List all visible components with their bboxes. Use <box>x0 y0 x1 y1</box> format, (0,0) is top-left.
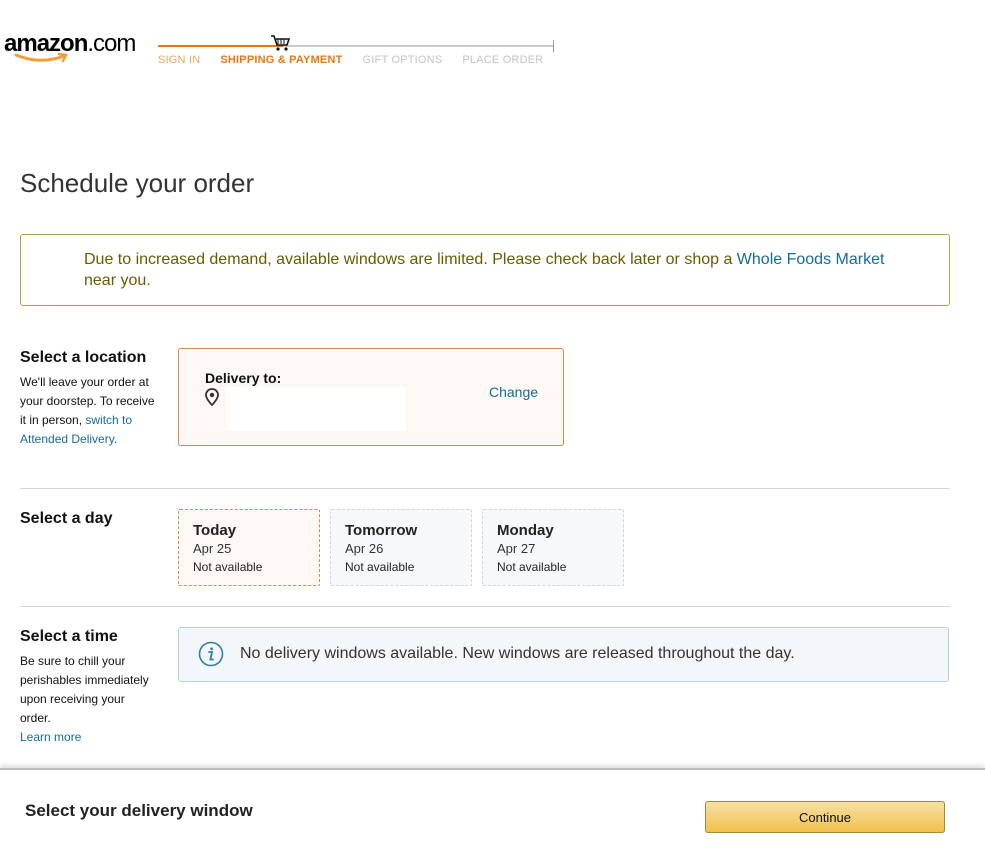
bottom-action-bar: Select your delivery window Continue <box>0 768 985 848</box>
step-gift-options: GIFT OPTIONS <box>362 54 443 66</box>
learn-more-link[interactable]: Learn more <box>20 730 81 744</box>
day-status: Not available <box>497 560 567 574</box>
alert-text: Due to increased demand, available windo… <box>84 251 737 268</box>
day-option-tomorrow[interactable]: Tomorrow Apr 26 Not available <box>330 509 472 586</box>
step-place-order: PLACE ORDER <box>462 54 544 66</box>
progress-end-marker <box>553 40 554 52</box>
availability-alert: Due to increased demand, available windo… <box>20 234 950 306</box>
alert-text-end: near you. <box>84 272 151 289</box>
location-pin-icon <box>205 388 219 406</box>
time-description: Be sure to chill your perishables immedi… <box>20 652 155 747</box>
day-option-monday[interactable]: Monday Apr 27 Not available <box>482 509 624 586</box>
whole-foods-link[interactable]: Whole Foods Market <box>737 251 885 268</box>
amazon-logo[interactable]: amazon.com <box>4 30 144 66</box>
section-divider <box>20 488 950 489</box>
section-divider <box>20 606 950 607</box>
time-desc-text: Be sure to chill your perishables immedi… <box>20 654 149 725</box>
day-date: Apr 26 <box>345 541 384 556</box>
step-sign-in[interactable]: SIGN IN <box>158 54 200 66</box>
day-name: Monday <box>497 522 554 539</box>
progress-fill <box>158 45 283 47</box>
no-windows-info-box: No delivery windows available. New windo… <box>178 627 949 682</box>
day-date: Apr 27 <box>497 541 536 556</box>
day-status: Not available <box>345 560 415 574</box>
info-icon <box>198 641 224 667</box>
day-name: Today <box>193 522 237 539</box>
continue-button[interactable]: Continue <box>705 801 945 833</box>
info-message: No delivery windows available. New windo… <box>240 645 795 662</box>
amazon-smile-icon <box>14 52 68 63</box>
delivery-window-prompt: Select your delivery window <box>25 801 253 820</box>
location-description: We'll leave your order at your doorstep.… <box>20 373 155 449</box>
delivery-to-label: Delivery to: <box>205 370 282 386</box>
day-date: Apr 25 <box>193 541 232 556</box>
cart-icon <box>271 35 291 51</box>
day-status: Not available <box>193 560 263 574</box>
page-title: Schedule your order <box>20 168 255 198</box>
day-name: Tomorrow <box>345 522 418 539</box>
address-redacted <box>227 387 406 431</box>
change-address-link[interactable]: Change <box>489 384 538 400</box>
logo-domain-suffix: .com <box>87 30 136 57</box>
day-option-today[interactable]: Today Apr 25 Not available <box>178 509 320 586</box>
checkout-progress: SIGN IN SHIPPING & PAYMENT GIFT OPTIONS … <box>158 35 558 72</box>
delivery-address-card[interactable]: Delivery to: Change <box>178 348 564 446</box>
step-shipping-payment: SHIPPING & PAYMENT <box>220 54 343 66</box>
